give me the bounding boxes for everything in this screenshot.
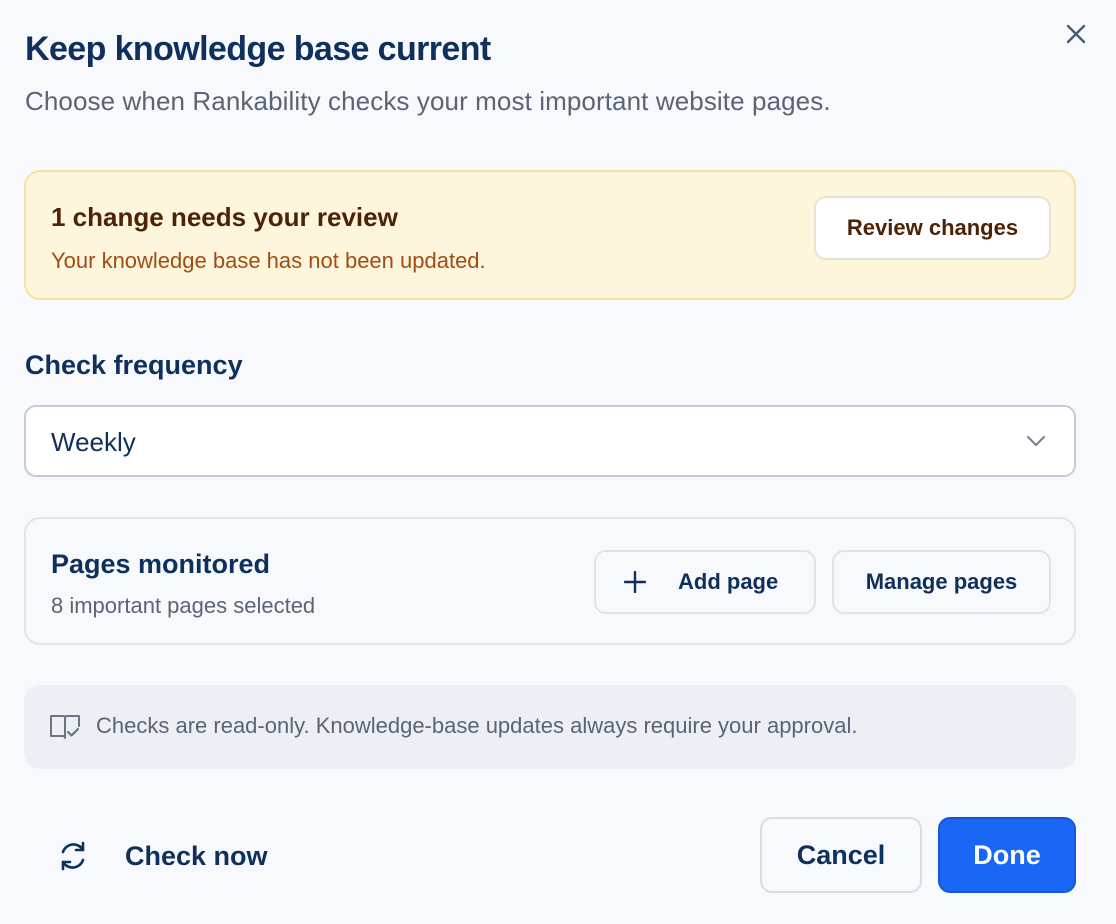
pages-monitored-title: Pages monitored xyxy=(51,549,271,579)
close-button[interactable] xyxy=(1060,18,1092,50)
review-alert: 1 change needs your review Your knowledg… xyxy=(24,170,1076,300)
info-text: Checks are read-only. Knowledge-base upd… xyxy=(96,713,858,738)
add-page-button[interactable]: Add page xyxy=(594,550,816,614)
check-now-label: Check now xyxy=(125,840,268,871)
close-icon xyxy=(1066,24,1086,44)
cancel-button[interactable]: Cancel xyxy=(760,817,922,893)
refresh-icon xyxy=(55,838,91,874)
done-button[interactable]: Done xyxy=(938,817,1076,893)
alert-title: 1 change needs your review xyxy=(51,202,398,232)
dialog-title: Keep knowledge base current xyxy=(25,30,491,68)
dialog-subtitle: Choose when Rankability checks your most… xyxy=(25,86,831,116)
review-changes-button[interactable]: Review changes xyxy=(814,196,1051,260)
pages-monitored-card: Pages monitored 8 important pages select… xyxy=(24,517,1076,645)
check-frequency-label: Check frequency xyxy=(25,350,243,380)
plus-icon xyxy=(624,571,646,593)
chevron-down-icon xyxy=(1026,435,1046,447)
add-page-label: Add page xyxy=(678,569,779,594)
frequency-selected-value: Weekly xyxy=(51,427,136,457)
book-check-icon xyxy=(50,715,80,739)
manage-pages-button[interactable]: Manage pages xyxy=(832,550,1051,614)
frequency-select[interactable]: Weekly xyxy=(24,405,1076,477)
keep-knowledge-base-dialog: Keep knowledge base current Choose when … xyxy=(0,0,1116,924)
info-notice: Checks are read-only. Knowledge-base upd… xyxy=(24,685,1076,769)
check-now-button[interactable]: Check now xyxy=(55,830,268,882)
alert-text: Your knowledge base has not been updated… xyxy=(51,248,486,273)
pages-selected-count: 8 important pages selected xyxy=(51,593,316,618)
